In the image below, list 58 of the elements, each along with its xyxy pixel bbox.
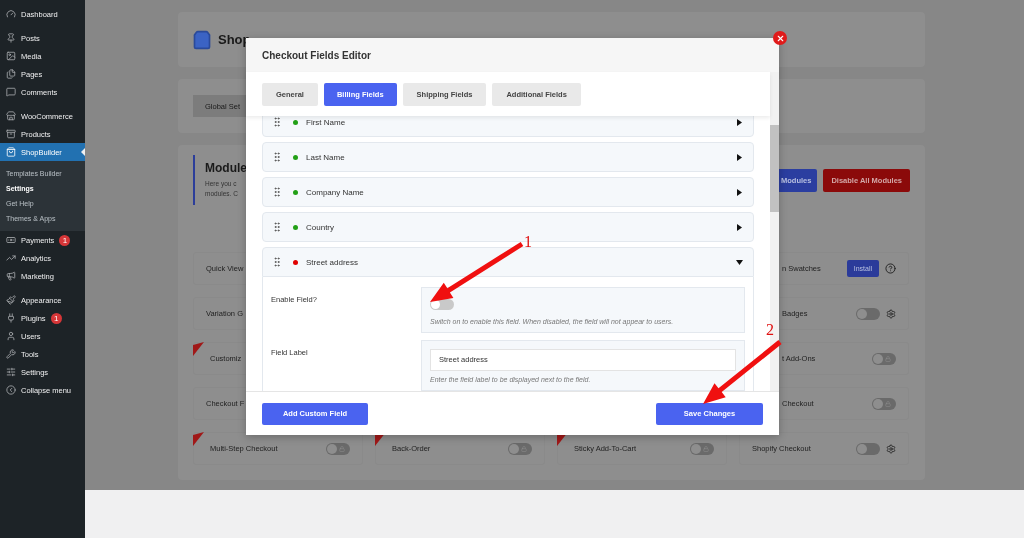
- wrench-icon: [6, 349, 16, 359]
- drag-handle-icon[interactable]: [271, 116, 283, 128]
- count-badge: 1: [50, 312, 62, 324]
- caret-down-icon[interactable]: [736, 258, 743, 266]
- caret-right-icon[interactable]: [736, 188, 743, 196]
- help-icon[interactable]: [885, 263, 896, 274]
- dialog-title: Checkout Fields Editor: [262, 49, 371, 61]
- pin-icon: [6, 33, 16, 43]
- caret-right-icon[interactable]: [736, 223, 743, 231]
- field-row[interactable]: Last Name: [262, 142, 754, 172]
- drag-handle-icon[interactable]: [271, 151, 283, 163]
- caret-right-icon[interactable]: [736, 118, 743, 126]
- locked-toggle-switch[interactable]: [872, 352, 896, 365]
- lock-icon: [703, 445, 709, 452]
- locked-toggle-switch[interactable]: [690, 442, 714, 455]
- settings-icon[interactable]: [886, 443, 896, 454]
- banknote-icon: [6, 235, 16, 245]
- gauge-icon: [6, 9, 16, 19]
- shopping-bag-icon: [192, 29, 212, 50]
- lock-icon: [339, 445, 345, 452]
- field-row[interactable]: First Name: [262, 116, 754, 137]
- store-icon: [6, 111, 16, 121]
- annotation-number: 2: [766, 321, 774, 338]
- files-icon: [6, 69, 16, 79]
- drag-handle-icon[interactable]: [271, 221, 283, 233]
- count-badge: 1: [59, 234, 71, 246]
- lock-icon: [521, 445, 527, 452]
- archive-icon: [6, 129, 16, 139]
- toggle-switch[interactable]: [856, 307, 880, 320]
- field-name: Company Name: [306, 187, 365, 197]
- field-row[interactable]: Company Name: [262, 177, 754, 207]
- lock-icon: [885, 355, 891, 362]
- lock-icon: [885, 400, 891, 407]
- locked-toggle-switch[interactable]: [508, 442, 532, 455]
- speech-bubble-icon: [6, 87, 16, 97]
- paintbrush-icon: [6, 295, 16, 305]
- caret-right-icon[interactable]: [736, 153, 743, 161]
- locked-toggle-switch[interactable]: [872, 397, 896, 410]
- field-name: Street address: [306, 257, 360, 267]
- shopping-bag-icon: [6, 147, 16, 157]
- field-name: Country: [306, 222, 335, 232]
- chart-icon: [6, 253, 16, 263]
- field-name: First Name: [306, 117, 347, 127]
- settings-icon[interactable]: [886, 308, 896, 319]
- field-row[interactable]: Street address: [262, 247, 754, 277]
- megaphone-icon: [6, 271, 16, 281]
- collapse-icon: [6, 385, 16, 395]
- plug-icon: [6, 313, 16, 323]
- toggle-switch[interactable]: [856, 442, 880, 455]
- field-name: Last Name: [306, 152, 346, 162]
- section-title: Module: [205, 161, 247, 175]
- locked-toggle-switch[interactable]: [326, 442, 350, 455]
- sliders-icon: [6, 367, 16, 377]
- drag-handle-icon[interactable]: [271, 186, 283, 198]
- close-icon: [775, 33, 785, 43]
- drag-handle-icon[interactable]: [271, 256, 283, 268]
- user-icon: [6, 331, 16, 341]
- image-icon: [6, 51, 16, 61]
